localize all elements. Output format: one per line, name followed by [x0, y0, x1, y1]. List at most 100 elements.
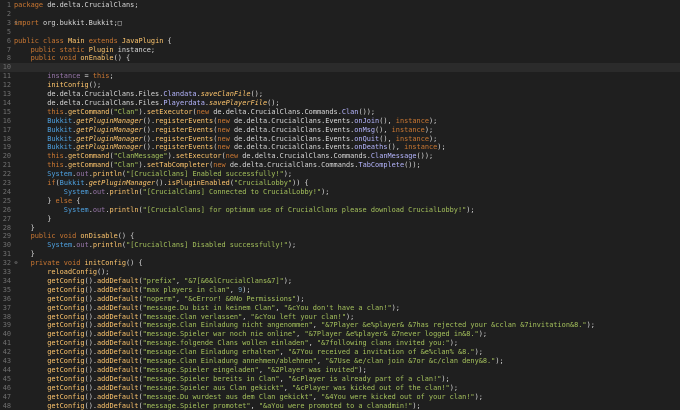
code-token: new	[217, 116, 234, 125]
code-token: initConfig	[47, 81, 89, 90]
line-number: 5	[6, 27, 11, 36]
code-line[interactable]: 42 getConfig().addDefault("message.Clan …	[0, 348, 680, 357]
code-line[interactable]: 31 }	[0, 250, 680, 259]
code-line[interactable]: 25 } else {	[0, 197, 680, 206]
code-line[interactable]: 34 getConfig().addDefault("prefix", "&7[…	[0, 277, 680, 286]
code-text: System.out.println("[CrucialClans] Enabl…	[14, 170, 292, 179]
code-line[interactable]: 27 }	[0, 215, 680, 224]
code-line[interactable]: 7 public static Plugin instance;	[0, 46, 680, 55]
code-token: ().	[84, 294, 97, 303]
code-line[interactable]: 47 getConfig().addDefault("message.Du wu…	[0, 393, 680, 402]
code-token: "Clan"	[113, 161, 139, 170]
code-text: }	[14, 224, 35, 233]
line-number: 46	[2, 383, 11, 392]
code-token: ,	[308, 339, 317, 348]
code-token: getConfig	[47, 276, 85, 285]
code-line[interactable]: 15 this.getCommand("Clan").setExecutor(n…	[0, 108, 680, 117]
code-editor[interactable]: 1 package de.delta.CrucialClans; 2 3 ⊕ import…	[0, 0, 680, 410]
code-line[interactable]: 45 getConfig().addDefault("message.Spiel…	[0, 375, 680, 384]
code-line[interactable]: 44 getConfig().addDefault("message.Spiel…	[0, 366, 680, 375]
code-token: =	[80, 72, 93, 81]
code-token: instance	[47, 72, 81, 81]
code-token: "message.Spieler eingeladen"	[142, 365, 259, 374]
code-line[interactable]: 10	[0, 63, 680, 73]
code-token: de.delta.CrucialClans.Files.	[14, 90, 164, 98]
code-line[interactable]: 35 getConfig().addDefault("max players i…	[0, 286, 680, 295]
code-token: "Clan"	[113, 107, 139, 116]
code-line[interactable]: 33 reloadConfig();	[0, 268, 680, 277]
code-line[interactable]: 12 initConfig();	[0, 81, 680, 90]
code-line[interactable]: 43 getConfig().addDefault("message.Clan …	[0, 357, 680, 366]
code-line[interactable]: 38 getConfig().addDefault("message.Clan …	[0, 313, 680, 322]
code-token: "message.Clan Einladung nicht angenommen…	[142, 321, 313, 330]
code-line[interactable]: 29 public void onDisable() {	[0, 232, 680, 241]
code-token: );	[283, 170, 293, 179]
code-line[interactable]: 23 if(Bukkit.getPluginManager().isPlugin…	[0, 179, 680, 188]
code-line[interactable]: 6 public class Main extends JavaPlugin {	[0, 37, 680, 46]
code-line[interactable]: 16 Bukkit.getPluginManager().registerEve…	[0, 117, 680, 126]
code-token: else	[55, 196, 77, 205]
code-token: ().	[155, 179, 168, 187]
line-number: 2	[6, 9, 11, 18]
code-token: ,	[175, 294, 185, 303]
code-token: "message.Du bist in keinem Clan"	[142, 303, 276, 312]
code-token: ,	[242, 312, 251, 321]
code-line[interactable]: 21 this.getCommand("Clan").setTabComplet…	[0, 161, 680, 170]
code-line[interactable]: 8 public void onEnable() {	[0, 54, 680, 63]
code-line[interactable]: 40 getConfig().addDefault("message.Spiel…	[0, 330, 680, 339]
code-line[interactable]: 24 System.out.println("[CrucialClans] Co…	[0, 188, 680, 197]
code-line[interactable]: 18 Bukkit.getPluginManager().registerEve…	[0, 135, 680, 144]
code-line[interactable]: 36 getConfig().addDefault("noperm", "&cE…	[0, 295, 680, 304]
code-line[interactable]: 26 System.out.println("[CrucialClans] fo…	[0, 206, 680, 215]
code-token: savePlayerFile	[209, 98, 268, 107]
code-line[interactable]: 3 ⊕ import org.bukkit.Bukkit;□	[0, 19, 680, 28]
code-text: getConfig().addDefault("message.Spieler …	[14, 375, 449, 384]
code-line[interactable]: 1 package de.delta.CrucialClans;	[0, 1, 680, 10]
code-line[interactable]: 17 Bukkit.getPluginManager().registerEve…	[0, 126, 680, 135]
code-line[interactable]: 5	[0, 28, 680, 37]
code-token: ).	[167, 152, 176, 161]
code-token: de.delta.CrucialClans.Events.	[233, 116, 355, 125]
line-number: 41	[2, 339, 11, 348]
code-token: );	[391, 303, 400, 312]
code-line[interactable]: 41 getConfig().addDefault("message.folge…	[0, 339, 680, 348]
code-line[interactable]: 20 this.getCommand("ClanMessage").setExe…	[0, 152, 680, 161]
code-line[interactable]: 30 System.out.println("[CrucialClans] Di…	[0, 241, 680, 250]
code-line[interactable]: 2	[0, 10, 680, 19]
code-token: getConfig	[47, 365, 85, 374]
code-token: new	[217, 134, 234, 143]
code-line[interactable]: 48 getConfig().addDefault("message.Spiel…	[0, 402, 680, 410]
code-token: de.delta.CrucialClans.Files.	[14, 98, 164, 107]
code-line[interactable]: 19 Bukkit.getPluginManager().registerEve…	[0, 143, 680, 152]
code-token: }	[14, 250, 35, 259]
code-token: addDefault	[97, 392, 139, 401]
code-line[interactable]: 46 getConfig().addDefault("message.Spiel…	[0, 384, 680, 393]
code-line[interactable]: 39 getConfig().addDefault("message.Clan …	[0, 321, 680, 330]
code-line[interactable]: 37 getConfig().addDefault("message.Du bi…	[0, 304, 680, 313]
code-token: onMsg	[354, 125, 376, 134]
code-token: "&7Player &e%player& &7has rejected your…	[321, 321, 587, 330]
code-line[interactable]: 13 de.delta.CrucialClans.Files.Clandata.…	[0, 90, 680, 99]
code-token: getConfig	[47, 357, 85, 365]
code-token: ,	[250, 401, 259, 410]
code-token: ().	[84, 383, 97, 392]
line-number: 17	[2, 125, 11, 134]
line-number: 7	[6, 45, 11, 54]
code-token: "message.Spieler aus Clan gekickt"	[142, 383, 284, 392]
code-token: "message.Clan Einladung annehmen/ablehne…	[142, 357, 317, 365]
code-line[interactable]: 28 }	[0, 224, 680, 233]
code-line[interactable]: 11 instance = this;	[0, 72, 680, 81]
code-line[interactable]: 22 System.out.println("[CrucialClans] En…	[0, 170, 680, 179]
code-token: getCommand	[67, 152, 110, 161]
code-line[interactable]: 32 ⊖ private void initConfig() {	[0, 259, 680, 268]
code-line[interactable]: 14 de.delta.CrucialClans.Files.Playerdat…	[0, 99, 680, 108]
code-token: getConfig	[47, 339, 85, 348]
line-number: 12	[2, 81, 11, 90]
code-text: public void onDisable() {	[14, 232, 135, 241]
code-text: public static Plugin instance;	[14, 46, 155, 55]
code-token: (),	[387, 143, 405, 152]
code-token: );	[474, 392, 483, 401]
